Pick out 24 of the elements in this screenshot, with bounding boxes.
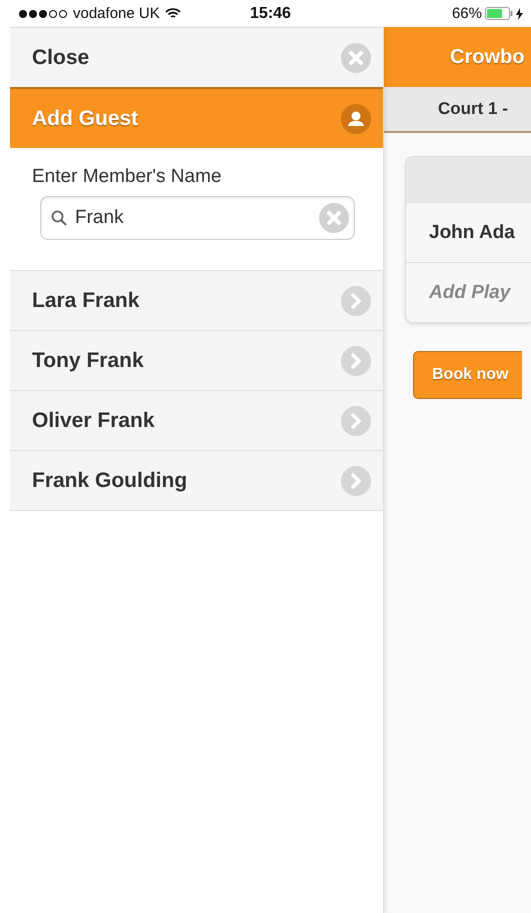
clear-icon[interactable]: [319, 203, 349, 233]
status-time: 15:46: [250, 4, 291, 22]
close-icon: [341, 42, 371, 72]
search-field[interactable]: Frank: [40, 196, 355, 240]
wifi-icon: [164, 8, 181, 20]
charging-icon: [516, 8, 523, 20]
person-icon: [341, 104, 371, 134]
battery-percentage: 66%: [452, 5, 482, 22]
chevron-right-icon: [341, 286, 371, 316]
battery-icon: [484, 7, 513, 20]
chevron-right-icon: [341, 346, 371, 376]
close-menu-item[interactable]: Close: [10, 27, 383, 87]
member-result-item[interactable]: Oliver Frank: [10, 390, 383, 450]
search-label: Enter Member's Name: [32, 166, 222, 188]
member-result-item[interactable]: Tony Frank: [10, 330, 383, 390]
signal-icon: [18, 8, 68, 18]
carrier-name: vodafone UK: [73, 5, 160, 22]
member-result-item[interactable]: Frank Goulding: [10, 450, 383, 511]
member-result-item[interactable]: Lara Frank: [10, 270, 383, 330]
player-name: John Ada: [428, 220, 516, 244]
chevron-right-icon: [341, 466, 371, 496]
chevron-right-icon: [341, 406, 371, 436]
page-header: Crowbo: [384, 27, 531, 87]
court-subheader: Court 1 -: [384, 87, 531, 133]
